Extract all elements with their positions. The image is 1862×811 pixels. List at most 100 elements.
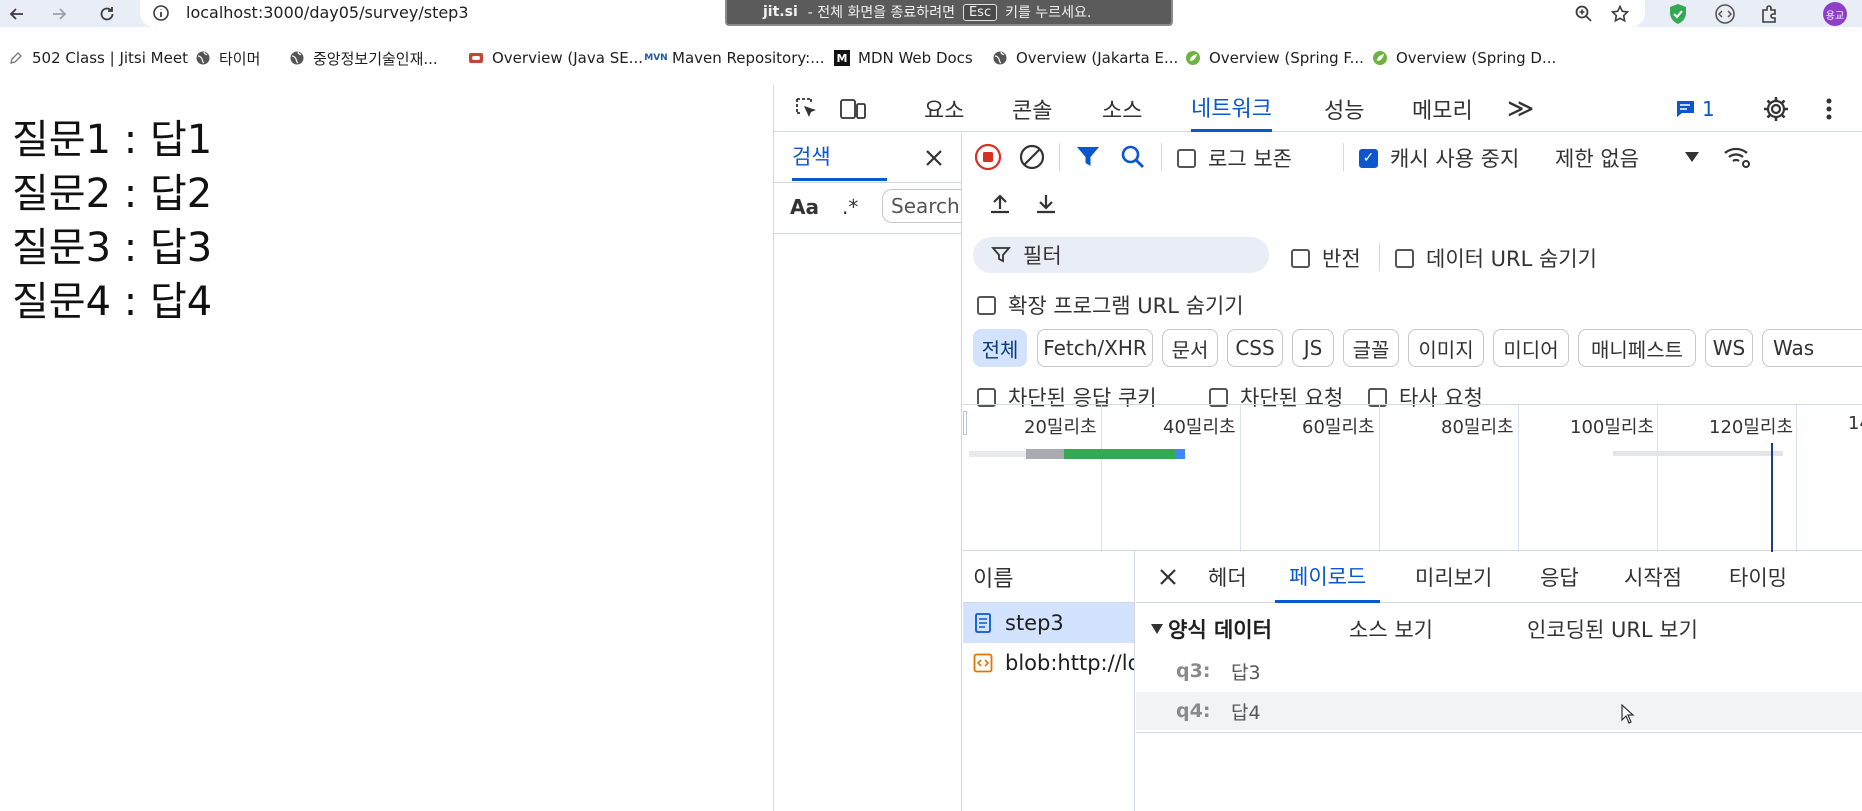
type-filter-media[interactable]: 미디어 xyxy=(1493,329,1569,367)
bookmark-item[interactable]: M MDN Web Docs xyxy=(834,43,973,73)
tab-memory[interactable]: 메모리 xyxy=(1412,85,1473,132)
network-toolbar: 로그 보존 ✓ 캐시 사용 중지 제한 없음 xyxy=(963,133,1862,181)
timeline-overview[interactable]: 20밀리초 40밀리초 60밀리초 80밀리초 100밀리초 120밀리초 14 xyxy=(963,404,1862,552)
tab-payload[interactable]: 페이로드 xyxy=(1275,551,1381,603)
divider xyxy=(774,233,962,234)
close-detail-button[interactable] xyxy=(1152,561,1184,593)
type-filter-wasm[interactable]: Was xyxy=(1762,329,1862,367)
tab-sources[interactable]: 소스 xyxy=(1102,85,1142,132)
request-row-step3[interactable]: step3 xyxy=(963,603,1134,643)
form-data-row[interactable]: q4: 답4 xyxy=(1136,692,1862,730)
bookmark-item[interactable]: MVN Maven Repository:... xyxy=(644,43,824,73)
regex-toggle[interactable]: .* xyxy=(842,195,858,219)
invert-checkbox[interactable]: 반전 xyxy=(1291,243,1361,273)
script-icon xyxy=(973,653,993,673)
tab-response[interactable]: 응답 xyxy=(1540,551,1579,603)
import-har-button[interactable] xyxy=(983,187,1017,221)
divider xyxy=(1343,143,1344,171)
disable-cache-checkbox[interactable]: ✓ 캐시 사용 중지 xyxy=(1359,143,1519,173)
form-data-row[interactable]: q3: 답3 xyxy=(1136,652,1862,690)
device-toolbar-button[interactable] xyxy=(836,93,870,125)
reload-button[interactable] xyxy=(92,0,122,27)
export-har-button[interactable] xyxy=(1029,187,1063,221)
arrow-left-icon xyxy=(9,7,23,20)
bookmark-label: Overview (Jakarta E... xyxy=(1016,49,1179,67)
tab-elements[interactable]: 요소 xyxy=(924,85,964,132)
hide-extension-urls-checkbox[interactable]: 확장 프로그램 URL 숨기기 xyxy=(977,290,1244,320)
inspect-element-button[interactable] xyxy=(790,93,824,125)
type-filter-manifest[interactable]: 매니페스트 xyxy=(1578,329,1696,367)
tab-console[interactable]: 콘솔 xyxy=(1012,85,1052,132)
record-button[interactable] xyxy=(971,140,1005,174)
request-detail-pane: 헤더 페이로드 미리보기 응답 시작점 타이밍 양식 데이터 소스 보기 인코딩… xyxy=(1136,551,1862,811)
preserve-log-checkbox[interactable]: 로그 보존 xyxy=(1177,143,1292,173)
close-search-button[interactable] xyxy=(919,143,949,173)
tab-headers[interactable]: 헤더 xyxy=(1208,551,1247,603)
code-extension-icon[interactable] xyxy=(1712,2,1738,26)
filter-input[interactable]: 필터 xyxy=(973,237,1269,273)
pen-icon xyxy=(8,50,24,66)
search-title[interactable]: 검색 xyxy=(792,133,887,181)
filter-toggle[interactable] xyxy=(1071,140,1105,174)
divider xyxy=(1136,732,1862,733)
hide-data-urls-checkbox[interactable]: 데이터 URL 숨기기 xyxy=(1395,243,1597,273)
clear-button[interactable] xyxy=(1015,140,1049,174)
issues-badge[interactable]: 1 xyxy=(1674,97,1715,121)
type-filter-img[interactable]: 이미지 xyxy=(1408,329,1484,367)
forward-button[interactable] xyxy=(44,0,74,27)
type-filter-fetch-xhr[interactable]: Fetch/XHR xyxy=(1037,329,1153,367)
divider xyxy=(1059,143,1060,171)
type-filter-all[interactable]: 전체 xyxy=(973,329,1027,367)
tab-network[interactable]: 네트워크 xyxy=(1191,85,1272,132)
network-conditions-button[interactable] xyxy=(1721,140,1755,174)
settings-button[interactable] xyxy=(1759,93,1793,125)
shield-extension-icon[interactable] xyxy=(1665,2,1691,26)
bookmark-item[interactable]: Overview (Java SE... xyxy=(468,43,643,73)
name-column-header[interactable]: 이름 xyxy=(963,551,1135,603)
type-filter-font[interactable]: 글꼴 xyxy=(1343,329,1399,367)
back-button[interactable] xyxy=(2,0,32,27)
bookmark-item[interactable]: 타이머 xyxy=(195,43,260,73)
more-options-button[interactable] xyxy=(1812,93,1846,125)
form-data-value: 답3 xyxy=(1231,661,1261,684)
request-row-blob[interactable]: blob:http://lo... xyxy=(963,643,1134,683)
filter-outline-icon xyxy=(991,247,1011,263)
tab-timing[interactable]: 타이밍 xyxy=(1729,551,1787,603)
tab-performance[interactable]: 성능 xyxy=(1324,85,1364,132)
answer-line: 질문4 : 답4 xyxy=(12,279,213,325)
search-toggle[interactable] xyxy=(1116,140,1150,174)
bookmark-item[interactable]: Overview (Spring F... xyxy=(1185,43,1364,73)
tab-preview[interactable]: 미리보기 xyxy=(1415,551,1492,603)
match-case-toggle[interactable]: Aa xyxy=(790,195,819,219)
type-filter-js[interactable]: JS xyxy=(1292,329,1334,367)
zoom-icon[interactable] xyxy=(1572,3,1596,25)
fullscreen-exit-banner: jit.si - 전체 화면을 종료하려면 Esc 키를 누르세요. xyxy=(725,0,1173,26)
view-source-link[interactable]: 소스 보기 xyxy=(1349,614,1433,644)
request-name: step3 xyxy=(1005,611,1064,635)
throttling-select[interactable]: 제한 없음 xyxy=(1555,143,1639,173)
devtools-tab-bar: 요소 콘솔 소스 네트워크 성능 메모리 ≫ 1 xyxy=(774,85,1862,132)
reload-icon xyxy=(100,6,114,20)
browser-toolbar: localhost:3000/day05/survey/step3 용교 jit… xyxy=(0,0,1862,27)
site-info-icon[interactable] xyxy=(152,4,170,22)
search-input[interactable]: Search xyxy=(882,189,962,223)
tab-initiator[interactable]: 시작점 xyxy=(1624,551,1682,603)
more-tabs-button[interactable]: ≫ xyxy=(1507,85,1534,132)
form-data-section-toggle[interactable]: 양식 데이터 xyxy=(1150,614,1272,644)
type-filter-css[interactable]: CSS xyxy=(1227,329,1283,367)
bookmark-item[interactable]: 502 Class | Jitsi Meet xyxy=(8,43,188,73)
view-url-encoded-link[interactable]: 인코딩된 URL 보기 xyxy=(1527,614,1698,644)
close-icon xyxy=(926,150,942,166)
extensions-puzzle-icon[interactable] xyxy=(1757,2,1783,26)
bookmark-item[interactable]: 중앙정보기술인재... xyxy=(289,43,438,73)
bookmark-item[interactable]: Overview (Spring D... xyxy=(1372,43,1556,73)
bookmark-item[interactable]: Overview (Jakarta E... xyxy=(992,43,1178,73)
timeline-gridline xyxy=(1657,405,1658,552)
search-header: 검색 xyxy=(774,133,962,183)
bookmark-star-icon[interactable] xyxy=(1608,3,1632,25)
divider xyxy=(1379,243,1380,271)
type-filter-ws[interactable]: WS xyxy=(1705,329,1753,367)
profile-avatar[interactable]: 용교 xyxy=(1822,2,1848,26)
type-filter-doc[interactable]: 문서 xyxy=(1162,329,1218,367)
throttling-dropdown[interactable] xyxy=(1675,140,1709,174)
